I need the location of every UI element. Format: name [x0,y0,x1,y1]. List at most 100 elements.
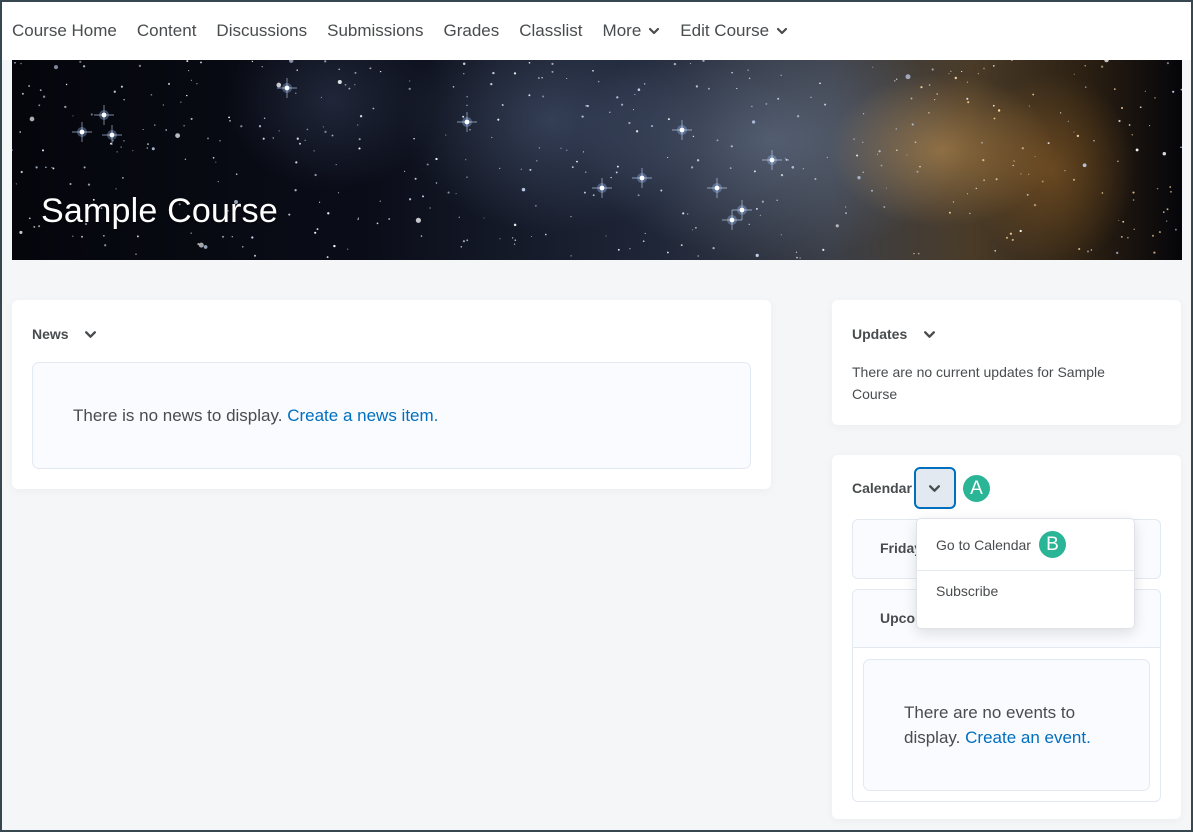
star-decoration [462,62,466,66]
star-decoration [314,231,317,234]
star-decoration [931,68,934,71]
star-decoration [217,181,219,183]
star-decoration [1154,97,1156,99]
nav-classlist[interactable]: Classlist [519,21,582,41]
menu-item-subscribe[interactable]: Subscribe [917,571,1134,617]
star-decoration [983,179,986,182]
star-decoration [184,158,187,160]
star-decoration [1076,134,1080,138]
bright-star-decoration [277,78,297,98]
star-decoration [1028,105,1031,107]
star-decoration [1005,236,1009,239]
star-decoration [435,182,438,184]
star-decoration [928,111,930,114]
star-decoration [263,117,266,119]
star-decoration [751,105,753,108]
star-decoration [333,244,336,248]
star-decoration [162,104,164,106]
star-decoration [1093,139,1095,142]
star-decoration [183,125,185,127]
star-decoration [642,240,645,242]
star-decoration [780,234,782,236]
calendar-options-button[interactable] [913,467,956,509]
star-decoration [445,134,447,136]
star-decoration [853,138,855,140]
menu-item-go-to-calendar[interactable]: Go to Calendar B [917,519,1134,571]
updates-widget: Updates There are no current updates for… [832,300,1181,425]
star-decoration [72,235,74,237]
star-decoration [862,113,865,115]
star-decoration [541,77,543,79]
chevron-down-icon [923,328,936,341]
calendar-title: Calendar [852,480,912,496]
nav-grades[interactable]: Grades [444,21,500,41]
star-decoration [784,157,786,159]
star-decoration [235,173,238,175]
star-decoration [120,146,122,148]
star-decoration [123,140,125,142]
star-decoration [617,248,620,251]
star-decoration [460,246,463,248]
create-news-item-link[interactable]: Create a news item. [287,406,438,426]
star-decoration [28,85,30,87]
create-event-link[interactable]: Create an event. [965,728,1091,747]
nav-label: Classlist [519,21,583,40]
star-decoration [796,115,800,118]
star-decoration [180,101,182,103]
star-decoration [934,99,936,101]
updates-options-button[interactable] [917,322,941,346]
star-decoration [79,60,82,63]
calendar-options-menu: Go to Calendar B Subscribe [916,518,1135,629]
star-decoration [38,225,41,228]
star-decoration [319,201,321,203]
star-decoration [1078,247,1081,251]
star-decoration [673,62,677,66]
star-decoration [687,213,689,215]
star-decoration [814,177,817,181]
star-decoration [42,95,46,98]
nav-content[interactable]: Content [137,21,197,41]
star-decoration [358,147,361,150]
star-decoration [154,124,156,126]
star-decoration [261,66,263,68]
nav-discussions[interactable]: Discussions [216,21,307,41]
star-decoration [1085,86,1087,88]
star-decoration [1166,61,1170,65]
star-decoration [135,253,137,255]
star-decoration [21,92,24,95]
star-decoration [294,189,297,192]
star-decoration [1162,151,1167,156]
star-decoration [491,136,493,138]
course-banner-image: Sample Course [12,60,1182,260]
star-decoration [696,159,700,162]
star-decoration [466,239,469,242]
star-decoration [995,178,998,181]
nav-submissions[interactable]: Submissions [327,21,423,41]
star-decoration [39,89,42,92]
star-decoration [338,68,341,71]
star-decoration [702,60,705,62]
star-decoration [379,200,381,202]
star-decoration [120,85,123,88]
star-decoration [242,246,244,248]
star-decoration [695,85,699,88]
star-decoration [952,201,955,203]
star-decoration [736,87,738,90]
star-decoration [992,65,995,67]
star-decoration [982,158,985,162]
star-decoration [610,176,612,179]
star-decoration [1180,88,1182,91]
star-decoration [1073,131,1075,133]
star-decoration [207,137,209,140]
star-decoration [919,165,921,168]
nav-more-dropdown[interactable]: More [603,21,661,41]
chevron-down-icon [84,328,97,341]
star-decoration [1151,234,1155,237]
star-decoration [72,115,74,117]
star-decoration [295,161,298,164]
nav-course-home[interactable]: Course Home [12,21,117,41]
nav-edit-course-dropdown[interactable]: Edit Course [680,21,788,41]
star-decoration [885,187,887,189]
star-decoration [426,163,429,166]
news-options-button[interactable] [79,322,103,346]
